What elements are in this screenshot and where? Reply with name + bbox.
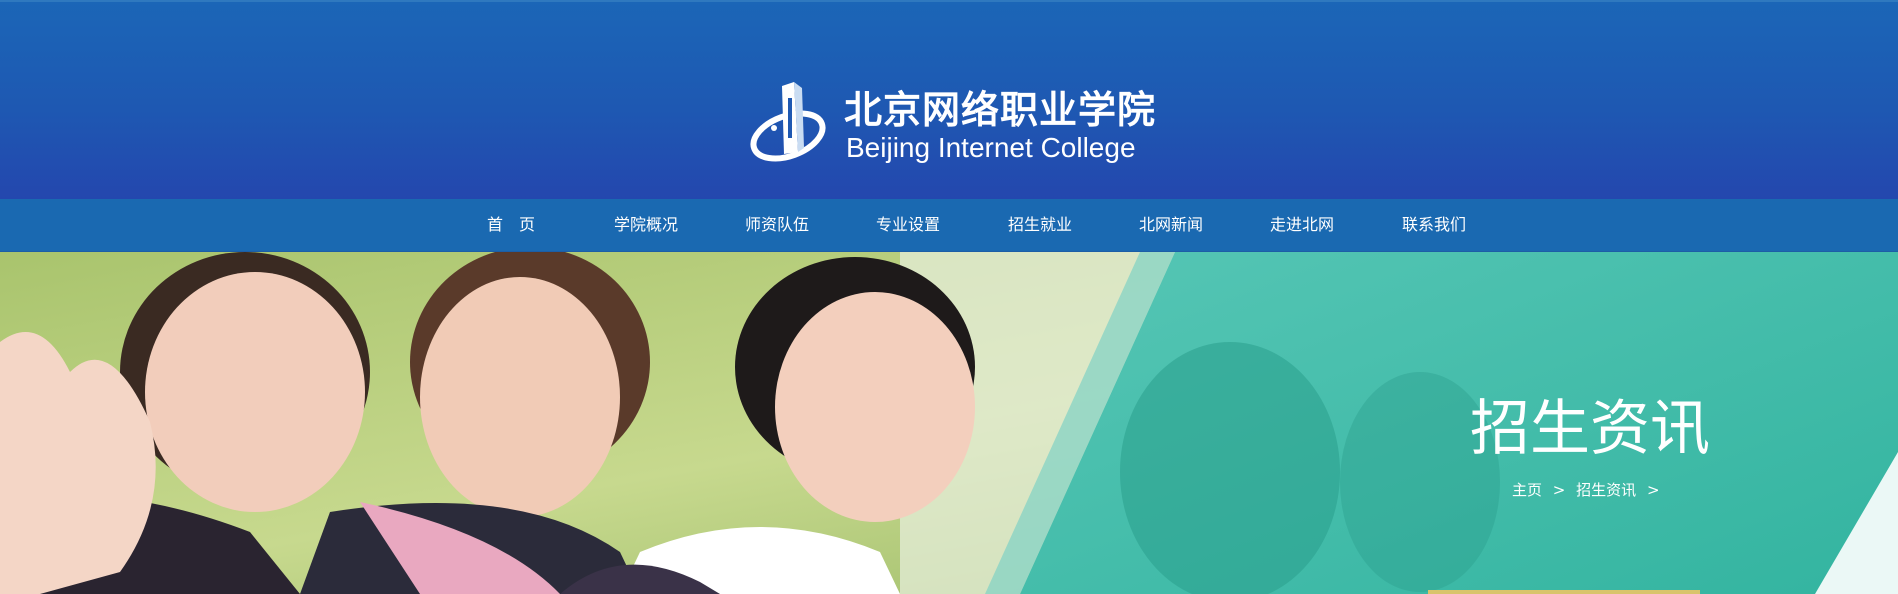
site-header: 北京网络职业学院 Beijing Internet College	[0, 0, 1898, 199]
main-nav: 首 页 学院概况 师资队伍 专业设置 招生就业 北网新闻 走进北网 联系我们	[0, 199, 1898, 252]
college-name-cn: 北京网络职业学院	[844, 88, 1157, 132]
breadcrumb-current[interactable]: 招生资讯	[1576, 481, 1636, 499]
college-emblem-icon	[750, 82, 826, 162]
college-logo[interactable]: 北京网络职业学院 Beijing Internet College	[748, 78, 1155, 168]
page-title: 招生资讯	[1470, 394, 1710, 464]
nav-item-admissions[interactable]: 招生就业	[1008, 199, 1072, 251]
nav-item-about[interactable]: 学院概况	[614, 199, 678, 251]
nav-item-home[interactable]: 首 页	[487, 199, 535, 251]
nav-item-campus[interactable]: 走进北网	[1270, 199, 1334, 251]
header-top-line	[0, 0, 1898, 2]
nav-item-news[interactable]: 北网新闻	[1139, 199, 1203, 251]
nav-item-contact[interactable]: 联系我们	[1402, 199, 1466, 251]
breadcrumb: 主页 > 招生资讯 >	[1512, 478, 1666, 502]
breadcrumb-separator: >	[1646, 481, 1660, 499]
breadcrumb-home-link[interactable]: 主页	[1512, 481, 1542, 499]
nav-item-faculty[interactable]: 师资队伍	[745, 199, 809, 251]
college-name-en: Beijing Internet College	[846, 132, 1136, 163]
accent-bar	[1428, 590, 1700, 594]
breadcrumb-separator: >	[1552, 481, 1566, 499]
nav-item-majors[interactable]: 专业设置	[876, 199, 940, 251]
